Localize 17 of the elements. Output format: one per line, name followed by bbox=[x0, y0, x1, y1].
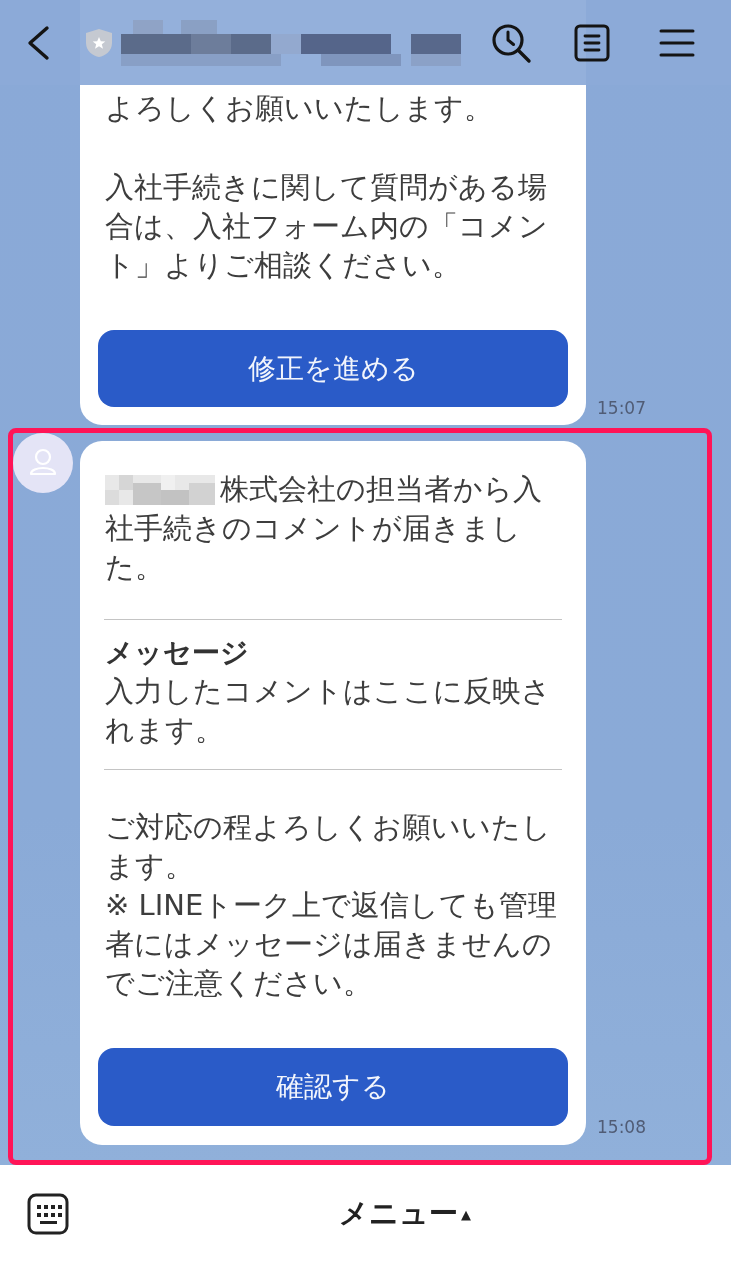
menu-toggle[interactable]: メニュー▲ bbox=[339, 1194, 471, 1234]
message-time: 15:08 bbox=[597, 1117, 646, 1137]
section-heading: メッセージ bbox=[105, 635, 250, 671]
message-text: 入社手続きに関して質問がある場 合は、入社フォーム内の「コメン ト」よりご相談ください。 bbox=[105, 169, 549, 284]
document-icon[interactable] bbox=[574, 23, 610, 62]
back-icon[interactable] bbox=[25, 24, 51, 61]
menu-icon[interactable] bbox=[659, 27, 695, 58]
message-text: 入力したコメントはここに反映さ れます。 bbox=[105, 673, 552, 749]
action-button[interactable]: 確認する bbox=[98, 1048, 568, 1126]
keyboard-icon[interactable] bbox=[27, 1193, 69, 1235]
message-text: ご対応の程よろしくお願いいたし ます。 ※ LINEトーク上で返信しても管理 者にはメッセージは届きませんの でご注意ください。 bbox=[105, 809, 559, 1002]
clock-search-icon[interactable] bbox=[490, 21, 532, 64]
shield-star-icon bbox=[85, 27, 113, 58]
message-text: よろしくお願いいたします。 bbox=[105, 90, 494, 127]
message-text: 株式会社の担当者から入 社手続きのコメントが届きまし た。 bbox=[105, 471, 543, 586]
action-button[interactable]: 修正を進める bbox=[98, 330, 568, 407]
message-time: 15:07 bbox=[597, 398, 646, 418]
